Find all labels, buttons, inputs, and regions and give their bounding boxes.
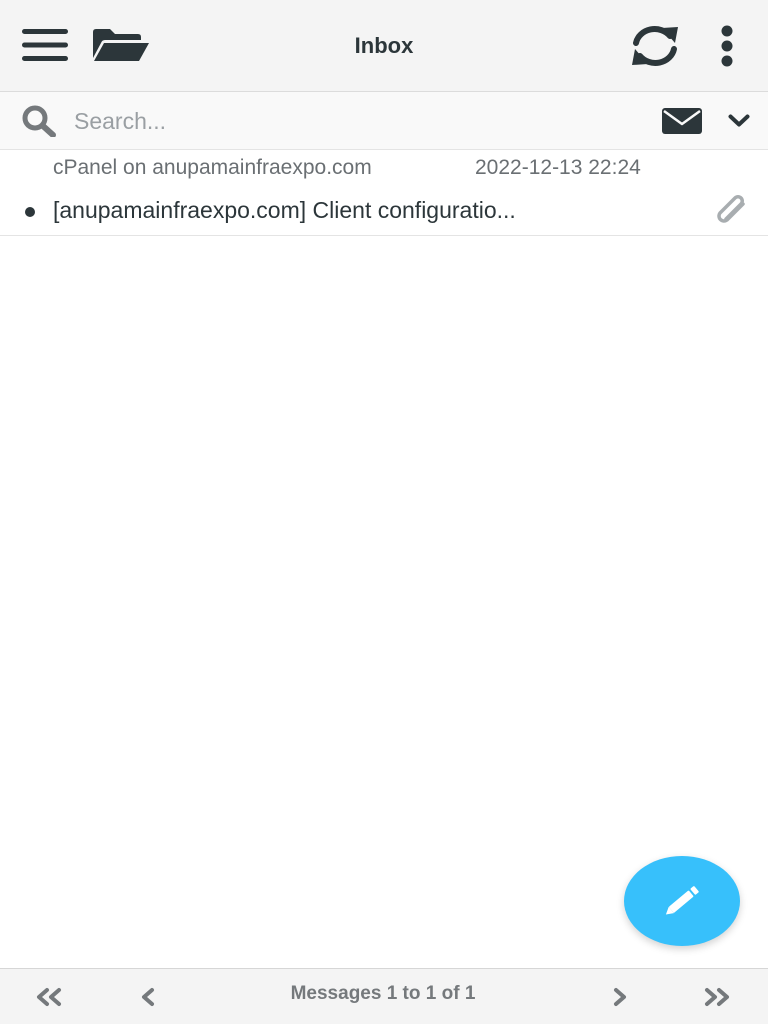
- message-subject: [anupamainfraexpo.com] Client configurat…: [53, 197, 516, 223]
- first-page-icon: [37, 988, 61, 1006]
- menu-icon: [22, 29, 68, 61]
- previous-page-button[interactable]: [126, 979, 170, 1015]
- last-page-button[interactable]: [696, 979, 740, 1015]
- chevron-down-icon: [728, 114, 750, 127]
- message-list: cPanel on anupamainfraexpo.com 2022-12-1…: [0, 150, 768, 236]
- first-page-button[interactable]: [26, 979, 70, 1015]
- search-bar: [0, 92, 768, 150]
- next-page-button[interactable]: [598, 979, 642, 1015]
- top-toolbar: Inbox: [0, 0, 768, 92]
- paperclip-icon: [712, 194, 750, 230]
- compose-button[interactable]: [624, 856, 740, 946]
- refresh-button[interactable]: [622, 18, 688, 74]
- menu-button[interactable]: [14, 20, 76, 70]
- page-title: Inbox: [354, 33, 414, 58]
- refresh-icon: [632, 26, 678, 66]
- unread-indicator: [25, 207, 35, 217]
- mail-app: Inbox Search... cPanel on anupamainfraex…: [0, 0, 768, 1024]
- folders-button[interactable]: [86, 20, 156, 70]
- search-icon[interactable]: [20, 104, 60, 138]
- more-options-button[interactable]: [704, 18, 750, 74]
- pencil-icon: [665, 886, 699, 915]
- more-vertical-icon: [721, 25, 733, 67]
- search-input[interactable]: [66, 100, 626, 142]
- envelope-icon: [662, 108, 702, 134]
- last-page-icon: [705, 988, 729, 1006]
- previous-page-icon: [142, 988, 154, 1006]
- pagination-status: Messages 1 to 1 of 1: [290, 983, 476, 1004]
- folder-open-icon: [93, 29, 149, 61]
- message-row[interactable]: cPanel on anupamainfraexpo.com 2022-12-1…: [0, 150, 768, 236]
- next-page-icon: [614, 988, 626, 1006]
- message-sender: cPanel on anupamainfraexpo.com: [53, 156, 372, 179]
- search-options-button[interactable]: [720, 104, 758, 138]
- pagination-bar: Messages 1 to 1 of 1: [0, 968, 768, 1024]
- message-date: 2022-12-13 22:24: [475, 156, 641, 179]
- search-scope-button[interactable]: [656, 104, 708, 138]
